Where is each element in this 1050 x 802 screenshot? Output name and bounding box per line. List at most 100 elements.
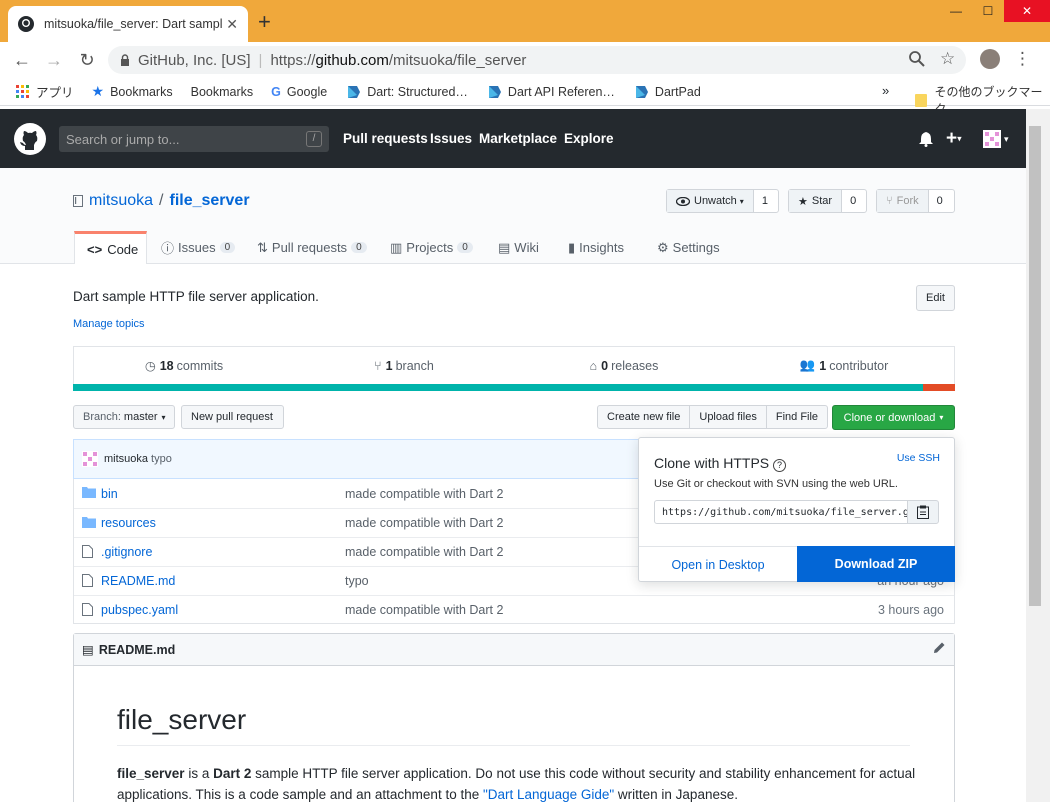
question-icon[interactable]: ? (773, 459, 787, 472)
file-icon (82, 545, 93, 558)
profile-avatar[interactable] (980, 49, 1000, 69)
file-commit-message[interactable]: made compatible with Dart 2 (345, 603, 503, 617)
zoom-icon[interactable] (908, 50, 926, 68)
watch-count[interactable]: 1 (754, 190, 776, 212)
new-pull-request-button[interactable]: New pull request (181, 405, 284, 429)
dart-language-guide-link[interactable]: "Dart Language Gide" (483, 787, 614, 802)
fork-icon: ⑂ (886, 195, 893, 207)
url-text: https://github.com/mitsuoka/file_server (270, 51, 527, 69)
close-window-button[interactable]: ✕ (1004, 0, 1050, 22)
maximize-button[interactable]: ☐ (972, 0, 1004, 22)
bookmark-dart-structured[interactable]: Dart: Structured… (345, 85, 468, 99)
file-commit-message[interactable]: typo (345, 574, 369, 588)
repo-title: mitsuoka / file_server (73, 192, 250, 210)
clone-url-input[interactable]: https://github.com/mitsuoka/file_server.… (654, 500, 908, 524)
tab-projects[interactable]: ▥ Projects 0 (378, 231, 485, 264)
folder-icon (915, 93, 927, 107)
language-bar[interactable] (73, 384, 955, 391)
file-icon (82, 603, 93, 616)
edit-description-button[interactable]: Edit (916, 285, 955, 311)
bookmark-apps[interactable]: アプリ (16, 82, 74, 101)
repo-name-link[interactable]: file_server (169, 192, 249, 210)
clone-popup: Clone with HTTPS ? Use SSH Use Git or ch… (638, 437, 955, 582)
use-ssh-link[interactable]: Use SSH (897, 452, 940, 464)
star-icon: ★ (798, 195, 808, 208)
reload-icon[interactable]: ↻ (75, 48, 99, 72)
contributors-link[interactable]: 👥 1 contributor (734, 347, 954, 384)
bookmark-star-icon[interactable]: ☆ (940, 49, 955, 69)
find-file-button[interactable]: Find File (767, 406, 827, 428)
numbers-summary: ◷ 18 commits ⑂ 1 branch ⌂ 0 releases 👥 1 contrib… (73, 346, 955, 384)
tab-close-icon[interactable]: ✕ (226, 16, 238, 33)
tab-settings[interactable]: ⚙ Settings (645, 231, 732, 264)
bookmark-bookmarks-1[interactable]: ★ Bookmarks (92, 83, 173, 100)
manage-topics-link[interactable]: Manage topics (73, 318, 145, 330)
file-name-link[interactable]: bin (101, 487, 118, 501)
folder-icon (82, 516, 96, 528)
file-name-link[interactable]: .gitignore (101, 545, 152, 559)
star-count[interactable]: 0 (842, 190, 864, 212)
browser-tab[interactable]: mitsuoka/file_server: Dart sample ✕ (8, 6, 248, 42)
clipboard-copy-icon[interactable] (907, 500, 939, 524)
github-logo-icon[interactable] (14, 123, 46, 155)
pencil-icon[interactable] (933, 641, 946, 654)
tab-code[interactable]: <> Code (74, 231, 147, 264)
open-in-desktop-button[interactable]: Open in Desktop (639, 546, 797, 582)
bookmark-dart-api[interactable]: Dart API Referen… (486, 85, 615, 99)
tab-issues[interactable]: ⓘ Issues 0 (149, 231, 247, 264)
file-commit-message[interactable]: made compatible with Dart 2 (345, 487, 503, 501)
nav-pull-requests[interactable]: Pull requests (343, 131, 428, 146)
branch-select-button[interactable]: Branch: master ▾ (73, 405, 175, 429)
clone-or-download-button[interactable]: Clone or download ▾ (832, 405, 955, 430)
create-new-plus-icon[interactable]: +▾ (946, 128, 962, 150)
minimize-button[interactable]: — (940, 0, 972, 22)
tab-wiki[interactable]: ▤ Wiki (486, 231, 551, 264)
bookmarks-overflow-button[interactable]: » (882, 83, 889, 98)
table-row: pubspec.yaml made compatible with Dart 2… (74, 595, 954, 624)
browser-menu-icon[interactable]: ⋮ (1014, 49, 1031, 69)
download-zip-button[interactable]: Download ZIP (797, 546, 955, 582)
google-icon: G (271, 84, 281, 99)
tab-pull-requests[interactable]: ⇅ Pull requests 0 (245, 231, 379, 264)
notifications-bell-icon[interactable] (919, 131, 933, 147)
releases-link[interactable]: ⌂ 0 releases (514, 347, 734, 384)
star-button[interactable]: ★ Star (789, 190, 843, 212)
file-commit-message[interactable]: made compatible with Dart 2 (345, 545, 503, 559)
bookmark-dartpad[interactable]: DartPad (633, 85, 701, 99)
create-new-file-button[interactable]: Create new file (598, 406, 691, 428)
commit-message-link[interactable]: typo (151, 453, 172, 465)
back-arrow-icon[interactable]: ← (10, 48, 34, 72)
tab-insights[interactable]: ▮ Insights (556, 231, 636, 264)
bookmark-bookmarks-2[interactable]: Bookmarks (191, 85, 254, 99)
nav-explore[interactable]: Explore (564, 131, 614, 146)
fork-count[interactable]: 0 (929, 190, 951, 212)
people-icon: 👥 (799, 358, 816, 372)
fork-button[interactable]: ⑂ Fork (877, 190, 929, 212)
file-name-link[interactable]: pubspec.yaml (101, 603, 178, 617)
upload-files-button[interactable]: Upload files (690, 406, 767, 428)
file-commit-message[interactable]: made compatible with Dart 2 (345, 516, 503, 530)
branches-link[interactable]: ⑂ 1 branch (294, 347, 514, 384)
repo-owner-link[interactable]: mitsuoka (89, 192, 153, 210)
unwatch-button[interactable]: Unwatch ▾ (667, 190, 754, 212)
new-tab-button[interactable]: + (258, 8, 271, 36)
file-name-link[interactable]: resources (101, 516, 156, 530)
commit-author-link[interactable]: mitsuoka (104, 453, 148, 465)
language-segment-dart (73, 384, 924, 391)
github-search-input[interactable]: Search or jump to... / (59, 126, 329, 152)
commits-link[interactable]: ◷ 18 commits (74, 347, 294, 384)
readme-header: ▤ README.md (74, 634, 954, 666)
file-name-link[interactable]: README.md (101, 574, 175, 588)
user-avatar-menu[interactable]: ▾ (983, 130, 1009, 148)
dart-icon (486, 85, 502, 99)
repo-book-icon (73, 194, 83, 208)
address-bar[interactable]: GitHub, Inc. [US] | https://github.com/m… (108, 46, 966, 74)
scrollbar-thumb[interactable] (1029, 126, 1041, 606)
nav-issues[interactable]: Issues (430, 131, 472, 146)
gear-icon: ⚙ (657, 239, 669, 255)
nav-marketplace[interactable]: Marketplace (479, 131, 557, 146)
search-shortcut-hint: / (306, 131, 322, 147)
bookmark-google[interactable]: G Google (271, 85, 327, 99)
forward-arrow-icon[interactable]: → (42, 48, 66, 72)
git-pull-request-icon: ⇅ (257, 239, 268, 255)
